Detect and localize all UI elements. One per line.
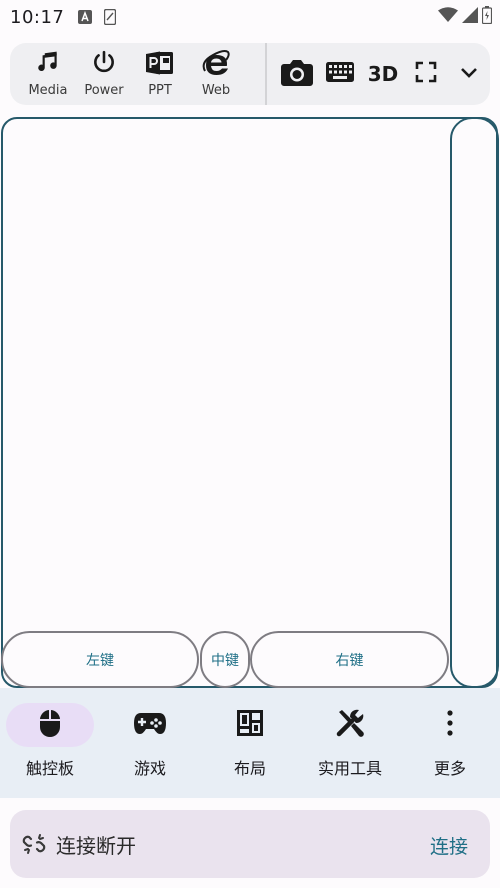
middle-click-button[interactable]: 中键 [200,631,250,688]
web-button[interactable]: Web [188,50,244,98]
status-time: 10:17 [10,6,65,28]
fullscreen-icon [415,61,437,87]
signal-icon [462,7,478,27]
keyboard-button[interactable] [319,54,361,94]
camera-icon [280,57,314,91]
nav-label-more: 更多 [433,759,466,778]
gamepad-icon [133,711,167,739]
layout-icon [236,709,264,741]
link-off-icon [22,832,46,856]
tools-icon [335,708,365,742]
nav-icon-wrap-tools [306,703,394,747]
3d-button[interactable]: 3D [362,54,404,94]
left-click-label: 左键 [86,652,114,669]
nav-icon-wrap-more [406,703,494,747]
web-label: Web [201,83,231,98]
nav-icon-wrap-layout [206,703,294,747]
nav-item-touchpad[interactable]: 触控板 [0,688,100,798]
nav-label-game: 游戏 [133,759,166,778]
ppt-button[interactable]: PPT [132,50,188,98]
chevron-down-icon [459,65,479,84]
connection-status: 连接断开 [56,833,136,858]
fullscreen-button[interactable] [405,54,447,94]
sim-notification-icon [104,9,117,25]
nav-item-layout[interactable]: 布局 [200,688,300,798]
power-icon [91,50,117,80]
middle-click-label: 中键 [211,652,239,669]
screenshot-button[interactable] [276,54,318,94]
expand-toolbar-button[interactable] [448,54,490,94]
3d-label: 3D [367,62,399,86]
left-click-button[interactable]: 左键 [1,631,199,688]
nav-item-more[interactable]: 更多 [400,688,500,798]
powerpoint-icon [146,50,174,80]
power-label: Power [84,83,124,98]
nav-item-game[interactable]: 游戏 [100,688,200,798]
top-toolbar: Media Power PPT Web 3D [10,43,490,105]
toolbar-divider [265,43,267,105]
media-label: Media [28,83,68,98]
connection-bar: 连接断开 连接 [10,810,490,878]
nav-label-tools: 实用工具 [317,759,382,778]
right-click-label: 右键 [335,652,364,669]
mouse-icon [39,709,61,741]
bottom-navigation: 触控板 游戏 布局 实用工具 更多 [0,688,500,798]
media-button[interactable]: Media [20,50,76,98]
scroll-strip[interactable] [450,117,499,688]
nav-label-touchpad: 触控板 [25,759,74,778]
internet-explorer-icon [202,50,230,80]
touchpad-area[interactable] [1,117,498,688]
keyboard-icon [326,62,354,86]
battery-icon [481,6,493,28]
ppt-label: PPT [148,83,172,98]
music-note-icon [35,50,61,80]
wifi-icon [438,7,458,27]
nav-label-layout: 布局 [233,759,266,778]
a-notification-icon [78,10,93,24]
nav-active-indicator [6,703,94,747]
connect-button[interactable]: 连接 [430,832,468,859]
more-vertical-icon [446,710,454,740]
power-button[interactable]: Power [76,50,132,98]
right-click-button[interactable]: 右键 [250,631,449,688]
nav-item-tools[interactable]: 实用工具 [300,688,400,798]
nav-icon-wrap-game [106,703,194,747]
status-bar: 10:17 [0,0,500,34]
